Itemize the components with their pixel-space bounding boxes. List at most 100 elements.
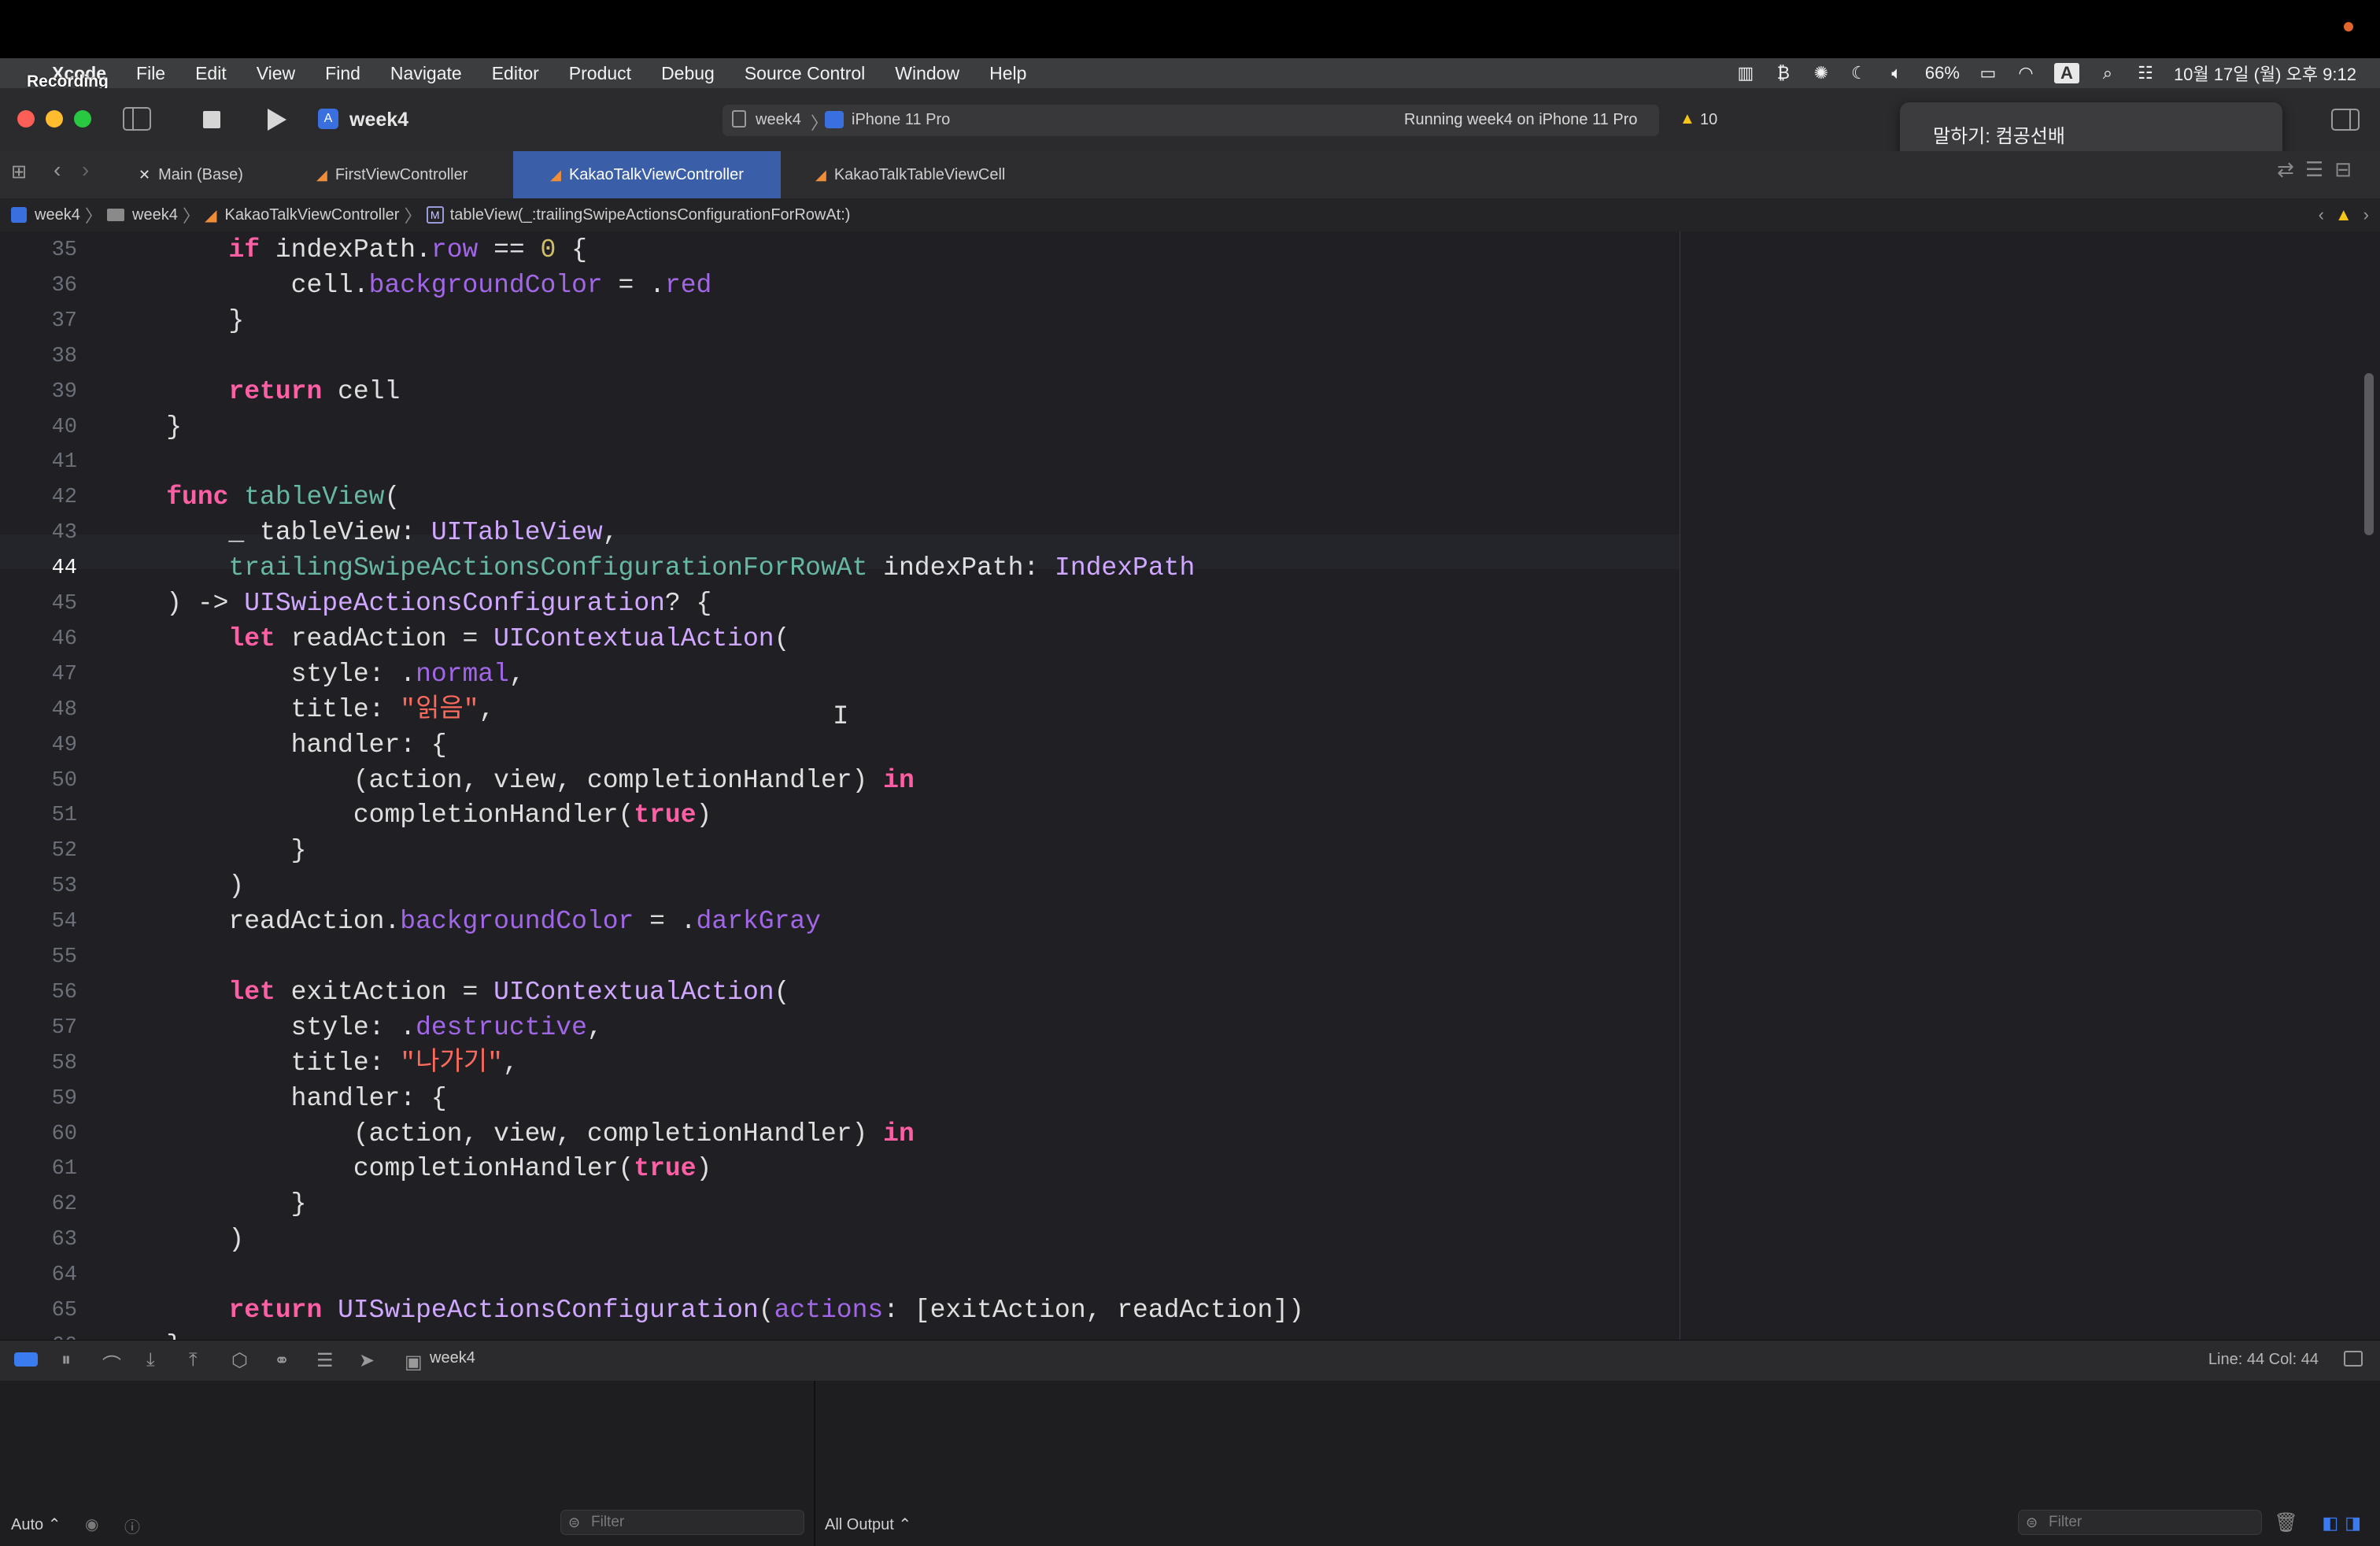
- tab-kakao-talk-table-view-cell[interactable]: ◢ KakaoTalkTableViewCell: [815, 151, 1005, 198]
- trash-icon[interactable]: 🗑︎: [2275, 1511, 2298, 1534]
- inspector-toggle-icon[interactable]: [2331, 109, 2360, 131]
- jumpbar-method[interactable]: tableView(_:trailingSwipeActionsConfigur…: [450, 206, 851, 224]
- warning-count[interactable]: 10: [1700, 111, 1717, 129]
- code-line[interactable]: 59 handler: {: [0, 1082, 1680, 1116]
- view-hierarchy-icon[interactable]: ⬡: [231, 1349, 248, 1372]
- previous-issue-icon[interactable]: ‹: [2319, 205, 2324, 225]
- forward-chevron-icon[interactable]: ›: [82, 157, 89, 183]
- code-line[interactable]: 49 handler: {: [0, 728, 1680, 763]
- code-line[interactable]: 44 trailingSwipeActionsConfigurationForR…: [0, 551, 1680, 586]
- menu-editor[interactable]: Editor: [492, 63, 539, 84]
- menu-debug[interactable]: Debug: [661, 63, 715, 84]
- run-destination-device[interactable]: iPhone 11 Pro: [852, 111, 950, 129]
- environment-overrides-icon[interactable]: ☰: [316, 1349, 334, 1372]
- close-window-button[interactable]: [17, 110, 35, 128]
- related-items-grid-icon[interactable]: ⊞: [11, 161, 27, 183]
- run-destination-scheme[interactable]: week4: [756, 111, 801, 129]
- code-line[interactable]: 36 cell.backgroundColor = .red: [0, 268, 1680, 303]
- code-line[interactable]: 65 return UISwipeActionsConfiguration(ac…: [0, 1293, 1680, 1328]
- pause-icon[interactable]: ⏸: [61, 1349, 71, 1371]
- eye-icon[interactable]: ◉: [85, 1515, 98, 1534]
- battery-icon[interactable]: ▭: [1979, 63, 1998, 83]
- editor-scrollbar[interactable]: [2364, 373, 2374, 535]
- console-filter-input[interactable]: Filter: [2018, 1510, 2262, 1535]
- moon-icon[interactable]: ☾: [1850, 63, 1868, 83]
- code-line[interactable]: 40 }: [0, 410, 1680, 445]
- menu-find[interactable]: Find: [325, 63, 360, 84]
- info-icon[interactable]: ⓘ: [124, 1515, 140, 1537]
- jumpbar-file[interactable]: KakaoTalkViewController: [224, 206, 399, 224]
- menu-navigate[interactable]: Navigate: [390, 63, 462, 84]
- code-line[interactable]: 63 ): [0, 1222, 1680, 1257]
- stop-button[interactable]: [203, 111, 220, 128]
- currency-icon[interactable]: ₿: [1774, 63, 1793, 83]
- tab-first-view-controller[interactable]: ◢ FirstViewController: [316, 151, 468, 198]
- scheme-name[interactable]: week4: [349, 109, 408, 131]
- code-line[interactable]: 52 }: [0, 834, 1680, 868]
- code-line[interactable]: 42 func tableView(: [0, 480, 1680, 515]
- code-line[interactable]: 43 _ tableView: UITableView,: [0, 516, 1680, 550]
- menu-file[interactable]: File: [136, 63, 165, 84]
- spotlight-search-icon[interactable]: ⌕: [2098, 63, 2117, 83]
- warning-icon[interactable]: ▲: [1680, 110, 1695, 128]
- code-line[interactable]: 47 style: .normal,: [0, 657, 1680, 692]
- variables-filter-input[interactable]: Filter: [560, 1510, 804, 1535]
- step-into-icon[interactable]: ⤓: [146, 1349, 155, 1371]
- jumpbar-folder[interactable]: week4: [132, 206, 178, 224]
- menu-window[interactable]: Window: [895, 63, 959, 84]
- menu-product[interactable]: Product: [569, 63, 631, 84]
- code-line[interactable]: 38: [0, 339, 1680, 374]
- code-line[interactable]: 61 completionHandler(true): [0, 1152, 1680, 1186]
- jumpbar-project[interactable]: week4: [35, 206, 80, 224]
- menu-view[interactable]: View: [257, 63, 295, 84]
- code-line[interactable]: 54 readAction.backgroundColor = .darkGra…: [0, 904, 1680, 939]
- editor-options-icons[interactable]: ⇄☰⊟: [2277, 157, 2363, 182]
- run-button[interactable]: [268, 109, 286, 131]
- console-output-select[interactable]: All Output ⌃: [825, 1515, 911, 1534]
- breakpoints-toggle-icon[interactable]: [14, 1352, 38, 1367]
- code-line[interactable]: 37 }: [0, 304, 1680, 338]
- minimize-window-button[interactable]: [46, 110, 63, 128]
- step-out-icon[interactable]: ⤒: [189, 1349, 198, 1371]
- next-issue-icon[interactable]: ›: [2363, 205, 2369, 225]
- code-line[interactable]: 57 style: .destructive,: [0, 1011, 1680, 1045]
- tab-main-base[interactable]: ✕ Main (Base): [139, 151, 243, 198]
- wifi-icon[interactable]: ◠: [2016, 63, 2035, 83]
- focus-icon[interactable]: ✺: [1812, 63, 1831, 83]
- code-line[interactable]: 39 return cell: [0, 375, 1680, 409]
- control-center-icon[interactable]: ☷: [2136, 63, 2155, 83]
- back-chevron-icon[interactable]: ‹: [54, 157, 61, 183]
- code-line[interactable]: 50 (action, view, completionHandler) in: [0, 764, 1680, 798]
- code-line[interactable]: 58 title: "나가기",: [0, 1046, 1680, 1081]
- debug-scheme-name[interactable]: week4: [430, 1349, 475, 1367]
- code-line[interactable]: 55: [0, 940, 1680, 975]
- variables-scope-select[interactable]: Auto ⌃: [11, 1515, 61, 1534]
- console-pane-toggle-icons[interactable]: ◧◨: [2322, 1513, 2367, 1533]
- window-layout-icon[interactable]: ▥: [1736, 63, 1755, 83]
- code-line[interactable]: 45 ) -> UISwipeActionsConfiguration? {: [0, 586, 1680, 621]
- zoom-window-button[interactable]: [74, 110, 91, 128]
- code-line[interactable]: 64: [0, 1258, 1680, 1293]
- code-line[interactable]: 56 let exitAction = UIContextualAction(: [0, 975, 1680, 1010]
- menu-source-control[interactable]: Source Control: [745, 63, 865, 84]
- code-lines[interactable]: 35 if indexPath.row == 0 {36 cell.backgr…: [0, 231, 1680, 1393]
- simulate-location-icon[interactable]: ➤: [359, 1349, 375, 1372]
- code-line[interactable]: 46 let readAction = UIContextualAction(: [0, 622, 1680, 656]
- code-line[interactable]: 53 ): [0, 869, 1680, 904]
- menu-edit[interactable]: Edit: [195, 63, 227, 84]
- volume-icon[interactable]: 🔈︎: [1887, 63, 1906, 83]
- tab-kakao-talk-view-controller[interactable]: ◢ KakaoTalkViewController: [513, 151, 781, 198]
- memory-graph-icon[interactable]: ⚭: [274, 1349, 290, 1372]
- input-source-icon[interactable]: A: [2053, 63, 2079, 83]
- step-over-icon[interactable]: ⌒: [102, 1349, 121, 1377]
- code-line[interactable]: 35 if indexPath.row == 0 {: [0, 233, 1680, 268]
- debug-area-toggle-icon[interactable]: [2344, 1351, 2363, 1367]
- code-line[interactable]: 62 }: [0, 1187, 1680, 1222]
- menubar-datetime[interactable]: 10월 17일 (월) 오후 9:12: [2174, 61, 2356, 86]
- navigator-toggle-icon[interactable]: [123, 107, 151, 131]
- code-line[interactable]: 60 (action, view, completionHandler) in: [0, 1117, 1680, 1152]
- code-line[interactable]: 51 completionHandler(true): [0, 798, 1680, 833]
- menu-help[interactable]: Help: [989, 63, 1026, 84]
- warning-icon[interactable]: ▲: [2335, 205, 2352, 225]
- code-line[interactable]: 41: [0, 445, 1680, 479]
